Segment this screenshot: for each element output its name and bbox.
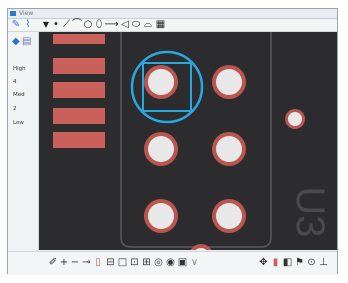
through-hole-pad[interactable]: [212, 132, 246, 166]
left-panel: ◆ ▤ High 4 Med 2 Low: [8, 32, 39, 250]
arc-icon[interactable]: ⌒: [72, 19, 82, 31]
stack-icon[interactable]: ▤: [22, 36, 31, 47]
bottom-toolbar: ✐ + − ⊸ ▯ ⊟ □ ⊡ ⊞ ◎ ◉ ▣ ∨ ✥ ▮ ◧ ⚑ ⊙ ⊥: [8, 251, 337, 275]
dash-icon[interactable]: ⊸: [81, 256, 92, 270]
minus-icon[interactable]: −: [70, 256, 80, 270]
film-icon[interactable]: ▮: [270, 256, 281, 270]
arrow-icon[interactable]: ⟶: [104, 19, 119, 31]
grid-icon[interactable]: ▦: [155, 19, 166, 31]
pcb-canvas[interactable]: U3: [39, 32, 337, 250]
level-low: Low: [13, 120, 24, 126]
chevron-icon[interactable]: ∨: [189, 256, 200, 270]
pen-icon[interactable]: ✐: [48, 256, 58, 270]
app-window: View ✎ ⌇ ▼ • ⟋ ⌒ ○ ⬯ ⟶ ◁ ⬭ ⌓ ▦ ◆ ▤ High …: [7, 8, 338, 275]
dome-icon[interactable]: ⌓: [142, 19, 154, 31]
dot-icon[interactable]: •: [52, 19, 60, 31]
gauge-icon[interactable]: ⊙: [306, 256, 317, 270]
title-bar: View: [8, 9, 337, 19]
smd-pad[interactable]: [53, 132, 105, 148]
top-toolbar: ✎ ⌇ ▼ • ⟋ ⌒ ○ ⬯ ⟶ ◁ ⬭ ⌓ ▦: [8, 19, 337, 32]
selection-highlight: [130, 50, 204, 124]
ring-icon[interactable]: ◉: [165, 256, 176, 270]
level-high: High: [13, 66, 26, 72]
ellipse-icon[interactable]: ⬯: [94, 19, 104, 31]
smd-pad[interactable]: [53, 108, 105, 124]
level-2: 2: [13, 106, 17, 112]
app-icon: [10, 11, 16, 16]
frame-icon[interactable]: ▣: [177, 256, 188, 270]
via-pad[interactable]: [285, 109, 305, 129]
flag-icon[interactable]: ⚑: [294, 256, 305, 270]
pencil-icon[interactable]: ✎: [10, 19, 22, 31]
circle-icon[interactable]: ○: [82, 19, 94, 31]
bracket-icon[interactable]: ⊥: [318, 256, 329, 270]
box-dot-icon[interactable]: ⊡: [129, 256, 140, 270]
through-hole-pad[interactable]: [144, 132, 178, 166]
triangle-icon[interactable]: ◁: [120, 19, 130, 31]
smd-pad[interactable]: [53, 82, 105, 98]
level-med: Med: [13, 92, 25, 98]
silkscreen-label: U3: [288, 186, 332, 237]
pcb-layout: U3: [53, 32, 332, 250]
grid-plus-icon[interactable]: ⊞: [141, 256, 152, 270]
through-hole-pad[interactable]: [144, 199, 178, 233]
filter-icon[interactable]: ▼: [41, 19, 51, 31]
bars-icon[interactable]: ▯: [93, 256, 103, 270]
layer-icon[interactable]: ◆: [12, 36, 20, 47]
target-icon[interactable]: ◎: [153, 256, 164, 270]
through-hole-pad[interactable]: [212, 199, 246, 233]
plus-icon[interactable]: +: [59, 256, 69, 270]
box-icon[interactable]: □: [117, 256, 128, 270]
through-hole-pad[interactable]: [212, 65, 246, 99]
window-title: View: [19, 10, 34, 17]
move-icon[interactable]: ✥: [258, 256, 269, 270]
smd-pad[interactable]: [53, 58, 105, 74]
level-4: 4: [13, 79, 17, 85]
layers-icon[interactable]: ◧: [282, 256, 293, 270]
smd-pad[interactable]: [53, 34, 105, 44]
shape-icon[interactable]: ⬭: [131, 19, 141, 31]
line-icon[interactable]: ⟋: [61, 19, 72, 31]
box-minus-icon[interactable]: ⊟: [105, 256, 116, 270]
brush-icon[interactable]: ⌇: [23, 19, 33, 31]
